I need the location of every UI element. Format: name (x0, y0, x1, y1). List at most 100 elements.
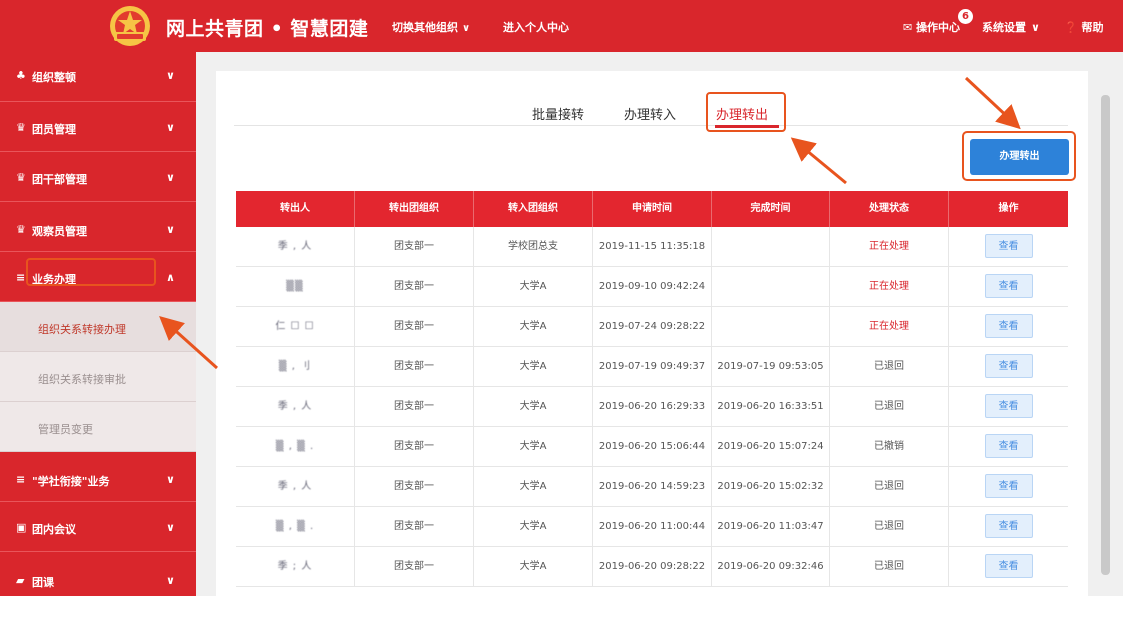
applicant-name: 季 , 人 (277, 241, 313, 252)
youth-league-emblem-icon (110, 6, 150, 46)
view-button[interactable]: 查看 (984, 474, 1033, 498)
sidebar-subitem-label: 组织关系转接审批 (38, 373, 126, 386)
status-cell: 已撤销 (830, 427, 949, 467)
completed-cell: 2019-06-20 11:03:47 (712, 507, 830, 547)
view-button[interactable]: 查看 (984, 354, 1033, 378)
tab-batch-transfer[interactable]: 批量接转 (532, 104, 584, 123)
status-cell: 已退回 (830, 467, 949, 507)
applicant-name-cell: 季 , 人 (236, 387, 355, 427)
applicant-name: ▒▒ (286, 281, 304, 292)
bottom-margin (0, 596, 1123, 618)
sidebar-highlight-box (26, 258, 156, 286)
table-header: 转出人 转出团组织 转入团组织 申请时间 完成时间 处理状态 操作 (236, 191, 1068, 227)
personal-center-link[interactable]: 进入个人中心 (503, 19, 569, 35)
system-settings-dropdown[interactable]: 系统设置 ∨ (982, 19, 1040, 35)
sidebar-item-org-rectify[interactable]: ♣ 组织整顿 ∨ (0, 52, 196, 102)
sidebar-item-cadres[interactable]: ♛ 团干部管理 ∨ (0, 152, 196, 202)
applicant-name-cell: ▒ , ▒ . (236, 507, 355, 547)
help-icon: ❓ (1064, 21, 1078, 34)
view-button[interactable]: 查看 (984, 234, 1033, 258)
table-row: ▒ , ▒ . 团支部一 大学A 2019-06-20 15:06:44 2019-06… (236, 427, 1068, 467)
from-cell: 团支部一 (355, 507, 474, 547)
from-cell: 团支部一 (355, 227, 474, 267)
sidebar-item-label: 团干部管理 (32, 173, 87, 186)
list-icon: ≡ (16, 473, 26, 486)
action-cell: 查看 (949, 507, 1068, 547)
to-cell: 大学A (474, 307, 593, 347)
sidebar-subitem-transfer-handle[interactable]: 组织关系转接办理 (0, 302, 196, 352)
applicant-name-cell: 季 ; 人 (236, 547, 355, 587)
chevron-down-icon: ∨ (166, 69, 175, 82)
completed-cell: 2019-06-20 15:02:32 (712, 467, 830, 507)
applicant-name: ▒ , ▒ . (275, 521, 315, 532)
cadres-icon: ♛ (16, 171, 26, 184)
completed-cell: 2019-06-20 09:32:46 (712, 547, 830, 587)
sidebar-subitem-admin-change[interactable]: 管理员变更 (0, 402, 196, 452)
scrollbar[interactable] (1101, 95, 1110, 575)
observers-icon: ♛ (16, 223, 26, 236)
chevron-up-icon: ∧ (166, 271, 175, 284)
status-cell: 已退回 (830, 387, 949, 427)
action-cell: 查看 (949, 467, 1068, 507)
table-row: 季 , 人 团支部一 大学A 2019-06-20 16:29:33 2019-06-2… (236, 387, 1068, 427)
to-cell: 大学A (474, 507, 593, 547)
to-cell: 大学A (474, 427, 593, 467)
sidebar-item-members[interactable]: ♛ 团员管理 ∨ (0, 102, 196, 152)
list-icon: ≡ (16, 271, 26, 284)
sidebar-item-meetings[interactable]: ▣ 团内会议 ∨ (0, 502, 196, 552)
sidebar-subitem-label: 管理员变更 (38, 423, 93, 436)
notification-badge: 6 (958, 9, 973, 24)
applicant-name-cell: ▒▒ (236, 267, 355, 307)
applicant-name: ▒ , 刂 (278, 361, 312, 372)
column-header: 转出人 (236, 191, 355, 227)
from-cell: 团支部一 (355, 467, 474, 507)
status-cell: 正在处理 (830, 227, 949, 267)
table-row: 仁 ☐ ☐ 团支部一 大学A 2019-07-24 09:28:22 正在处理 查看 (236, 307, 1068, 347)
lesson-icon: ▰ (16, 574, 25, 587)
column-header: 转出团组织 (355, 191, 474, 227)
sidebar-item-lessons[interactable]: ▰ 团课 ∨ (0, 552, 196, 596)
tab-transfer-in[interactable]: 办理转入 (624, 104, 676, 123)
applied-cell: 2019-06-20 16:29:33 (593, 387, 712, 427)
tab-highlight-box (706, 92, 786, 132)
sidebar-item-school-society[interactable]: ≡ "学社衔接"业务 ∨ (0, 452, 196, 502)
column-header: 操作 (998, 203, 1019, 214)
view-button[interactable]: 查看 (984, 274, 1033, 298)
help-link[interactable]: ❓ 帮助 (1064, 19, 1104, 35)
meeting-icon: ▣ (16, 521, 27, 534)
view-button[interactable]: 查看 (984, 434, 1033, 458)
switch-org-label: 切换其他组织 (392, 21, 458, 34)
top-header: 网上共青团 • 智慧团建 切换其他组织 ∨ 进入个人中心 ✉ 操作中心 6 系统设… (0, 0, 1123, 52)
view-button[interactable]: 查看 (984, 554, 1033, 578)
view-button[interactable]: 查看 (984, 514, 1033, 538)
applicant-name: 季 , 人 (277, 401, 313, 412)
to-cell: 学校团总支 (474, 227, 593, 267)
applicant-name-cell: 仁 ☐ ☐ (236, 307, 355, 347)
switch-org-dropdown[interactable]: 切换其他组织 ∨ (392, 19, 470, 35)
from-cell: 团支部一 (355, 387, 474, 427)
to-cell: 大学A (474, 347, 593, 387)
view-button[interactable]: 查看 (984, 394, 1033, 418)
column-header: 完成时间 (712, 191, 830, 227)
applied-cell: 2019-06-20 15:06:44 (593, 427, 712, 467)
applicant-name: 季 ; 人 (277, 561, 313, 572)
chevron-down-icon: ∨ (166, 121, 175, 134)
operation-center-link[interactable]: ✉ 操作中心 (903, 19, 960, 35)
sidebar-item-label: 观察员管理 (32, 225, 87, 238)
sidebar-item-observers[interactable]: ♛ 观察员管理 ∨ (0, 202, 196, 252)
sidebar-item-label: 团员管理 (32, 123, 76, 136)
app-window: 网上共青团 • 智慧团建 切换其他组织 ∨ 进入个人中心 ✉ 操作中心 6 系统设… (0, 0, 1123, 596)
sidebar-subitem-label: 组织关系转接办理 (38, 323, 126, 336)
sidebar-item-label: 团内会议 (32, 523, 76, 536)
chevron-down-icon: ∨ (166, 473, 175, 486)
app-title: 网上共青团 • 智慧团建 (166, 18, 369, 40)
action-cell: 查看 (949, 427, 1068, 467)
help-label: 帮助 (1081, 21, 1104, 34)
applicant-name: 仁 ☐ ☐ (275, 321, 315, 332)
status-cell: 正在处理 (830, 307, 949, 347)
sidebar-subitem-transfer-approve[interactable]: 组织关系转接审批 (0, 352, 196, 402)
completed-cell (712, 307, 830, 347)
chevron-down-icon: ∨ (166, 574, 175, 587)
view-button[interactable]: 查看 (984, 314, 1033, 338)
table-row: 季 ; 人 团支部一 大学A 2019-06-20 09:28:22 2019-06-2… (236, 547, 1068, 587)
